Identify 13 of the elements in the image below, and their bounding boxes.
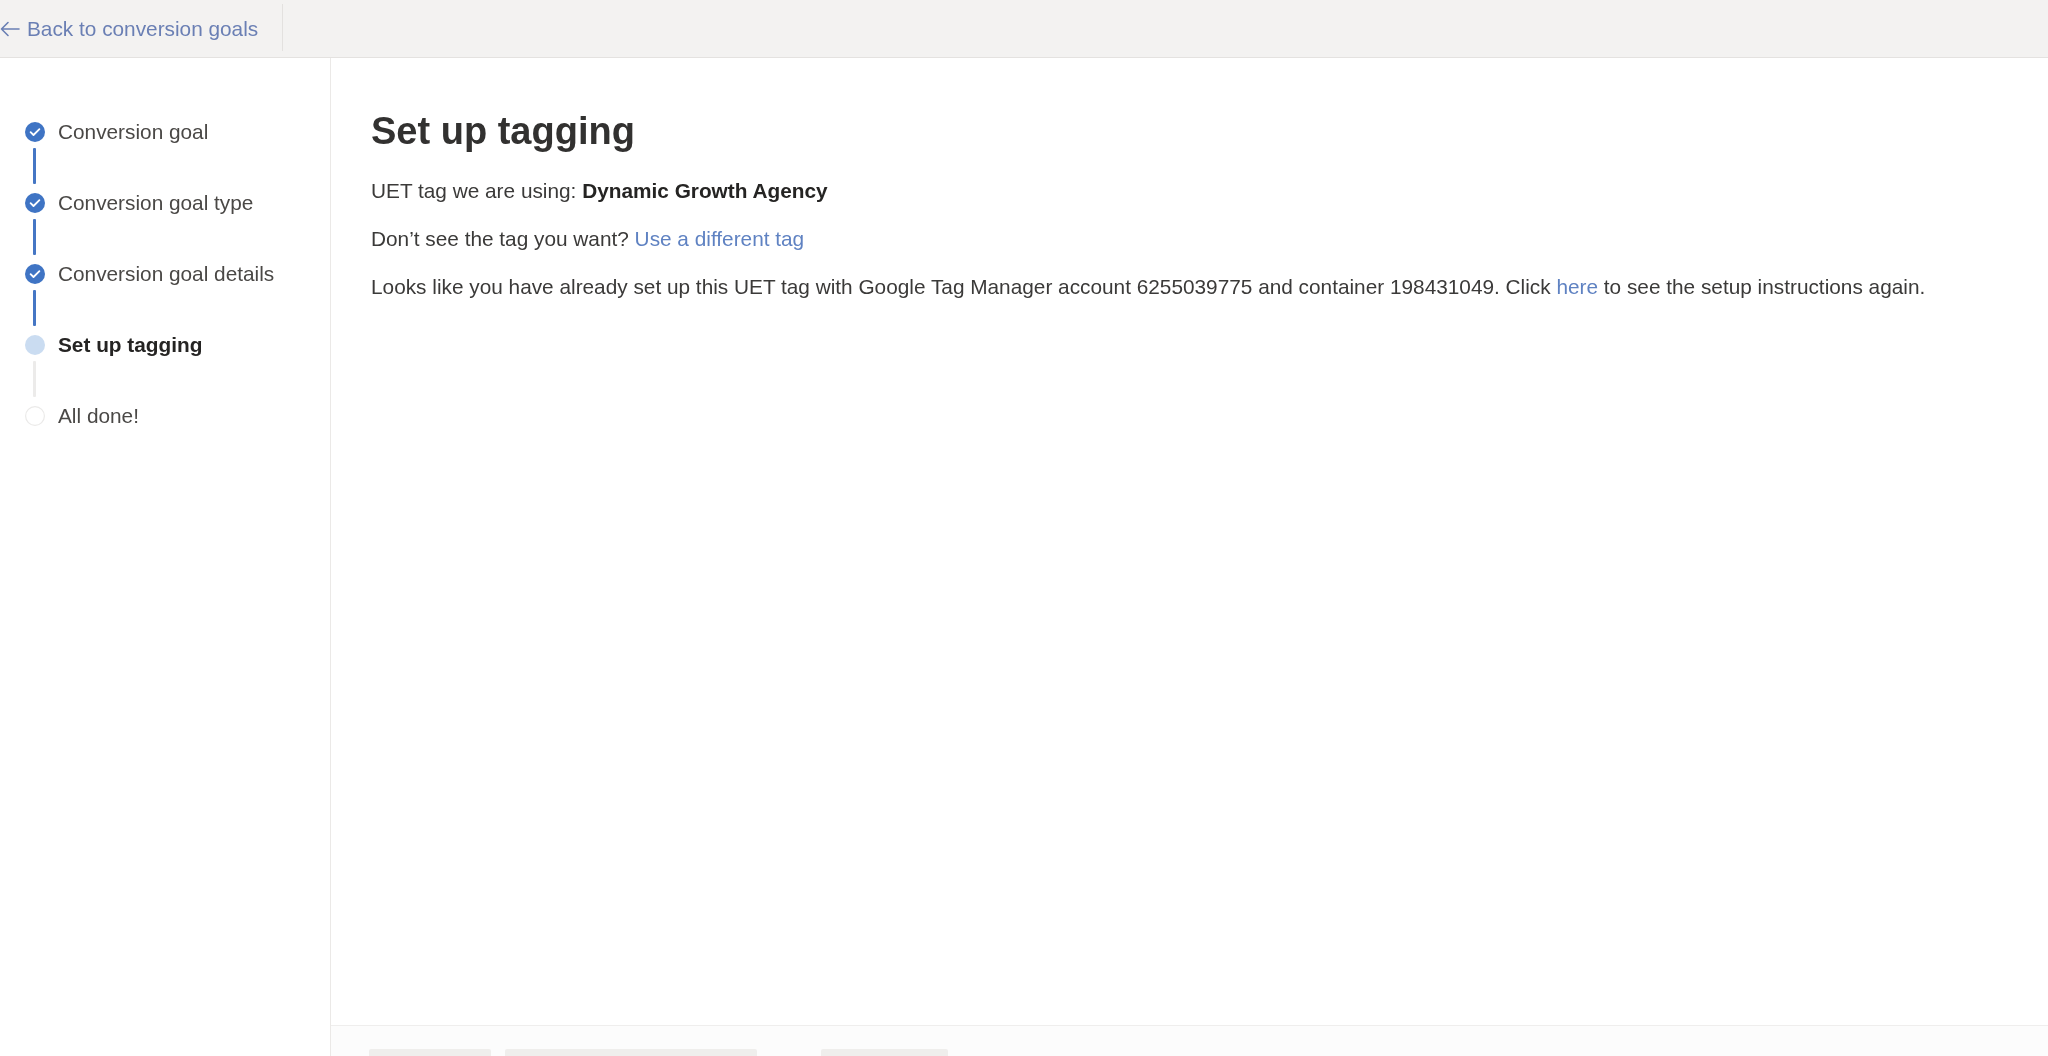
back-arrow-icon <box>0 20 20 37</box>
inline-link[interactable]: here <box>1556 275 1599 298</box>
step-label: Conversion goal details <box>58 262 275 286</box>
paragraph-text: Don’t see the tag you want? Use a different tag <box>371 226 806 252</box>
step-label: Conversion goal type <box>58 191 254 215</box>
page-title: Set up tagging <box>371 109 636 154</box>
back-link[interactable]: Back to conversion goals <box>0 0 283 57</box>
paragraph-text: Looks like you have already set up this UET tag with Google Tag Manager account 6255039775 and container 198431049. Click here to see the setup instructions again. <box>371 274 1927 300</box>
step-label: All done! <box>58 404 139 428</box>
paragraph-text: UET tag we are using: Dynamic Growth Agency <box>371 178 829 204</box>
step-label: Set up tagging <box>58 333 203 357</box>
step-label: Conversion goal <box>58 120 209 144</box>
inline-link[interactable]: Use a different tag <box>634 227 805 250</box>
